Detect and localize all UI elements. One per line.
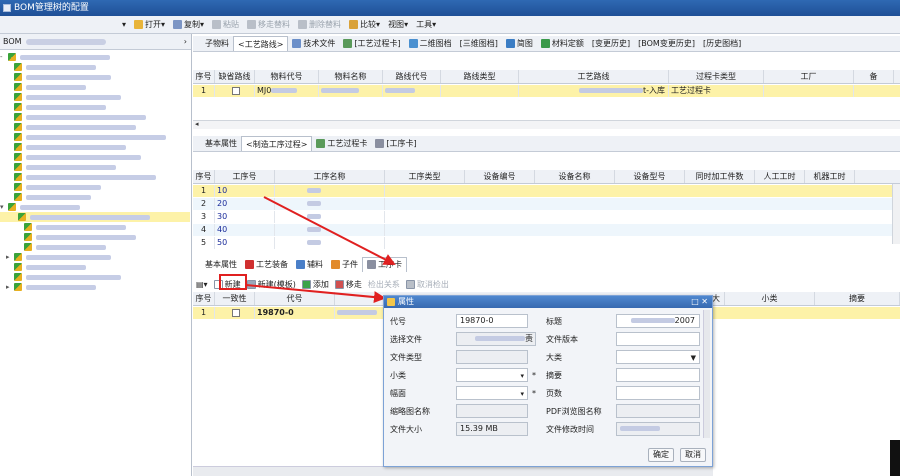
field-label: 缩略图名称 bbox=[390, 407, 430, 416]
file-size-field: 15.39 MB bbox=[456, 422, 528, 436]
dialog-scrollbar[interactable] bbox=[703, 310, 710, 438]
field-row: 缩略图名称 PDF浏览图名称 bbox=[384, 404, 704, 421]
field-label: 标题 bbox=[546, 317, 562, 326]
field-label: 文件修改时间 bbox=[546, 425, 594, 434]
file-field[interactable]: 责 bbox=[456, 332, 536, 346]
mtime-field bbox=[616, 422, 700, 436]
field-row: 选择文件 责 文件版本 bbox=[384, 332, 704, 349]
field-label: 幅面 bbox=[390, 389, 406, 398]
field-label: 大类 bbox=[546, 353, 562, 362]
field-label: 文件版本 bbox=[546, 335, 578, 344]
field-row: 文件大小 15.39 MB 文件修改时间 bbox=[384, 422, 704, 439]
title-field[interactable]: 2007 bbox=[616, 314, 700, 328]
properties-dialog: 属性 □ ✕ 代号 19870-0 标题 2007 选择文件 责 文件版本 文件… bbox=[383, 295, 713, 467]
dialog-title: 属性 bbox=[398, 297, 414, 306]
field-label: 文件类型 bbox=[390, 353, 422, 362]
blurred-text bbox=[630, 318, 675, 323]
code-field[interactable]: 19870-0 bbox=[456, 314, 528, 328]
dialog-close-icon[interactable]: □ ✕ bbox=[691, 296, 708, 308]
paper-size-select[interactable]: ▾ bbox=[456, 386, 528, 400]
major-category-select[interactable]: ▼ bbox=[616, 350, 700, 364]
field-row: 文件类型 大类 ▼ bbox=[384, 350, 704, 367]
dialog-title-bar: 属性 □ ✕ bbox=[384, 296, 712, 308]
pdf-field[interactable] bbox=[616, 404, 700, 418]
field-label: 小类 bbox=[390, 371, 406, 380]
arrow-to-dialog bbox=[245, 284, 386, 304]
field-mark: * bbox=[532, 389, 536, 398]
blurred-text bbox=[620, 426, 660, 431]
field-row: 幅面 ▾ * 页数 bbox=[384, 386, 704, 403]
field-label: 页数 bbox=[546, 389, 562, 398]
field-row: 代号 19870-0 标题 2007 bbox=[384, 314, 704, 331]
file-type-field[interactable] bbox=[456, 350, 528, 364]
arrow-to-card-tab bbox=[263, 196, 396, 265]
field-mark: * bbox=[532, 371, 536, 380]
field-label: 文件大小 bbox=[390, 425, 422, 434]
screen-edge-mark bbox=[890, 440, 900, 476]
field-label: 代号 bbox=[390, 317, 406, 326]
dropdown-arrow-icon[interactable]: ▾ bbox=[520, 370, 524, 382]
field-label: 选择文件 bbox=[390, 335, 422, 344]
cancel-button[interactable]: 取消 bbox=[680, 448, 706, 462]
field-row: 小类 ▾ * 摘要 bbox=[384, 368, 704, 385]
field-label: PDF浏览图名称 bbox=[546, 407, 602, 416]
summary-field[interactable] bbox=[616, 368, 700, 382]
ok-button[interactable]: 确定 bbox=[648, 448, 674, 462]
dropdown-arrow-icon[interactable]: ▼ bbox=[691, 352, 696, 364]
minor-category-select[interactable]: ▾ bbox=[456, 368, 528, 382]
pages-field[interactable] bbox=[616, 386, 700, 400]
blurred-text bbox=[475, 336, 525, 341]
thumbnail-field[interactable] bbox=[456, 404, 528, 418]
dropdown-arrow-icon[interactable]: ▾ bbox=[520, 388, 524, 400]
pencil-icon bbox=[387, 298, 395, 306]
version-field[interactable] bbox=[616, 332, 700, 346]
field-label: 摘要 bbox=[546, 371, 562, 380]
